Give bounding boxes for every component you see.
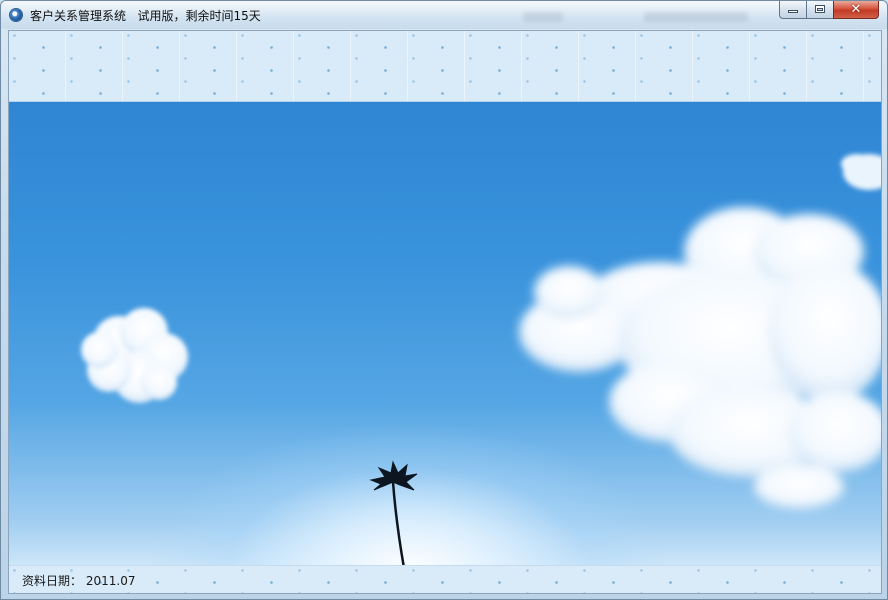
app-globe-icon[interactable] bbox=[10, 9, 22, 21]
window-controls: ✕ bbox=[779, 1, 879, 20]
wallpaper-art bbox=[81, 154, 881, 568]
close-button[interactable]: ✕ bbox=[833, 1, 879, 19]
maximize-button[interactable] bbox=[806, 1, 833, 19]
small-cloud bbox=[81, 308, 188, 403]
background-blur-decoration bbox=[523, 12, 563, 22]
minimize-button[interactable] bbox=[779, 1, 806, 19]
palm-tree bbox=[369, 460, 418, 568]
large-cloud bbox=[519, 207, 881, 509]
corner-cloud bbox=[841, 154, 881, 190]
main-content: 资料日期： 2011.07 bbox=[8, 30, 882, 594]
date-label: 资料日期： bbox=[22, 574, 83, 588]
toolbar-banner bbox=[9, 31, 881, 102]
wallpaper-image bbox=[9, 102, 881, 568]
status-bar: 资料日期： 2011.07 bbox=[9, 565, 881, 593]
app-window: 客户关系管理系统 试用版，剩余时间15天 ✕ 资料日期： 2011.07 bbox=[0, 0, 888, 600]
window-title: 客户关系管理系统 试用版，剩余时间15天 bbox=[30, 9, 261, 23]
title-bar[interactable]: 客户关系管理系统 试用版，剩余时间15天 ✕ bbox=[1, 1, 887, 29]
date-value: 2011.07 bbox=[85, 574, 136, 588]
close-icon: ✕ bbox=[850, 2, 862, 17]
background-blur-decoration bbox=[644, 12, 748, 22]
maximize-icon bbox=[815, 5, 825, 13]
status-date: 资料日期： 2011.07 bbox=[22, 572, 135, 589]
minimize-icon bbox=[788, 10, 798, 13]
